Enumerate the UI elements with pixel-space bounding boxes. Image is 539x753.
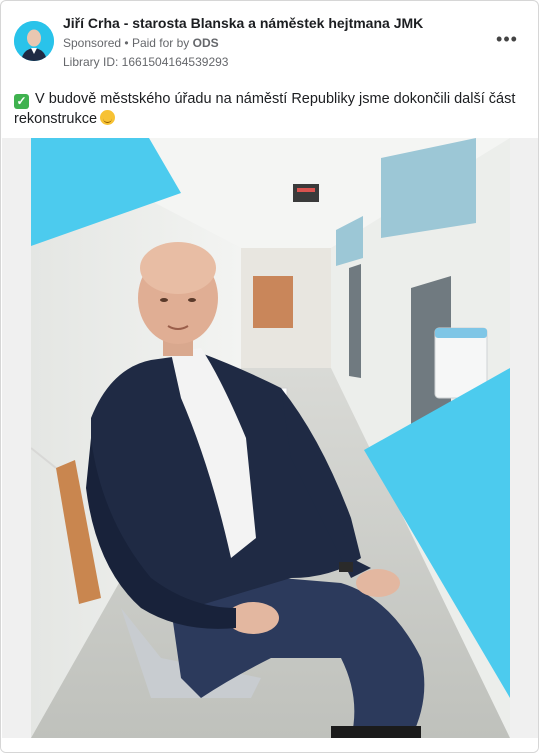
ad-photo[interactable]	[31, 138, 510, 738]
check-mark-icon: ✓	[14, 94, 29, 109]
advertiser-name[interactable]: Jiří Crha - starosta Blanska a náměstek …	[63, 15, 423, 31]
sponsored-label: Sponsored	[63, 36, 122, 50]
post-text: V budově městského úřadu na náměstí Repu…	[14, 91, 516, 127]
avatar-portrait-icon	[14, 21, 54, 61]
paid-for-prefix: Paid for by	[131, 36, 190, 50]
separator-dot: •	[124, 36, 132, 50]
card-footer	[1, 738, 538, 752]
corridor-portrait-image	[31, 138, 510, 738]
more-options-icon[interactable]: •••	[495, 30, 519, 51]
sponsored-line: Sponsored • Paid for by ODS	[63, 36, 219, 50]
post-text-block: ✓ V budově městského úřadu na náměstí Rep…	[14, 89, 524, 129]
smiling-face-icon	[100, 110, 116, 125]
ad-card: Jiří Crha - starosta Blanska a náměstek …	[0, 0, 539, 753]
paid-for-by-name[interactable]: ODS	[193, 36, 219, 50]
advertiser-avatar[interactable]	[14, 21, 54, 61]
library-id: Library ID: 1661504164539293	[63, 55, 229, 69]
